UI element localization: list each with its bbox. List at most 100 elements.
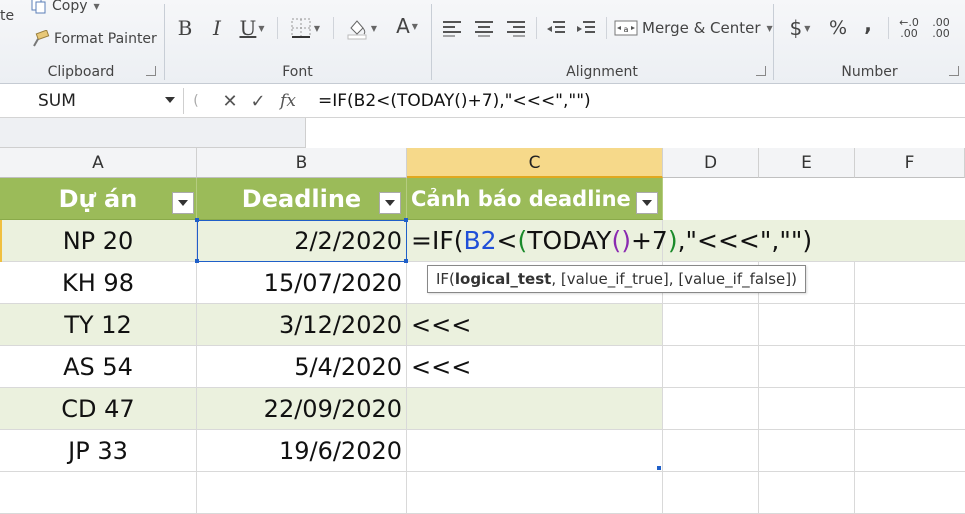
cell-warning[interactable] — [407, 430, 663, 472]
decrease-decimal-button[interactable]: .00 .00 — [926, 14, 956, 42]
alignment-launcher-icon[interactable] — [756, 66, 766, 76]
formula-reference: B2 — [463, 226, 497, 255]
alignment-group: a Merge & Center ▼ Alignment — [432, 0, 773, 84]
filter-dropdown-deadline[interactable] — [379, 192, 401, 214]
separator — [606, 17, 607, 39]
column-header-c[interactable]: C — [407, 148, 663, 178]
cell-empty[interactable] — [759, 472, 855, 514]
increase-decimal-button[interactable]: ←.0 .00 — [894, 14, 924, 42]
font-group: B I U ▼ ▼ ▼ A ▼ Font — [165, 0, 430, 84]
cancel-button[interactable]: ✕ — [218, 88, 242, 114]
formula-input[interactable]: =IF(B2<(TODAY()+7),"<<<","") — [318, 88, 591, 114]
cell-empty[interactable] — [855, 430, 965, 472]
decrease-indent-icon — [547, 21, 565, 33]
borders-button[interactable]: ▼ — [285, 14, 325, 42]
clipboard-launcher-icon[interactable] — [146, 66, 156, 76]
cell-empty[interactable] — [759, 304, 855, 346]
cell-warning[interactable] — [407, 388, 663, 430]
cell-empty[interactable] — [663, 346, 759, 388]
cell-deadline[interactable]: 22/09/2020 — [197, 388, 407, 430]
filter-dropdown-warning[interactable] — [636, 192, 658, 214]
cell-empty[interactable] — [855, 388, 965, 430]
cell-empty[interactable] — [855, 304, 965, 346]
cell-project[interactable]: JP 33 — [0, 430, 197, 472]
fill-color-button[interactable]: ▼ — [341, 14, 381, 42]
cell-empty[interactable] — [663, 472, 759, 514]
cell-project[interactable]: AS 54 — [0, 346, 197, 388]
cell-empty[interactable] — [855, 262, 965, 304]
font-color-button[interactable]: A ▼ — [387, 12, 427, 40]
comma-style-button[interactable]: , — [856, 10, 880, 38]
worksheet-grid: A B C D E F Dự án Deadline Cảnh báo dead… — [0, 148, 965, 514]
bold-button[interactable]: B — [173, 14, 197, 42]
cell-project[interactable]: TY 12 — [0, 304, 197, 346]
align-right-icon — [507, 21, 525, 37]
separator — [333, 17, 334, 39]
cell-empty[interactable] — [855, 346, 965, 388]
number-group-label: Number — [841, 64, 898, 80]
formula-bar-expanded — [0, 118, 965, 148]
column-header-e[interactable]: E — [759, 148, 855, 178]
active-row-indicator — [0, 220, 2, 262]
percent-button[interactable]: % — [824, 14, 852, 42]
cell-deadline[interactable]: 19/6/2020 — [197, 430, 407, 472]
cell-empty[interactable] — [407, 472, 663, 514]
currency-dropdown-icon: ▼ — [804, 23, 811, 33]
borders-icon — [291, 18, 311, 38]
header-cell-deadline[interactable]: Deadline — [197, 178, 407, 220]
align-center-button[interactable] — [470, 14, 498, 42]
column-header-f[interactable]: F — [855, 148, 965, 178]
comma-label: , — [864, 12, 872, 36]
decrease-indent-button[interactable] — [542, 14, 570, 42]
header-cell-warning[interactable]: Cảnh báo deadline — [407, 178, 663, 220]
cell-empty[interactable] — [759, 346, 855, 388]
cell-project[interactable]: NP 20 — [0, 220, 197, 262]
font-group-label: Font — [282, 64, 313, 80]
cell-deadline[interactable]: 3/12/2020 — [197, 304, 407, 346]
format-painter-button[interactable]: Format Painter — [30, 30, 157, 48]
enter-button[interactable]: ✓ — [246, 88, 270, 114]
underline-button[interactable]: U ▼ — [235, 14, 269, 42]
cell-empty[interactable] — [759, 430, 855, 472]
italic-button[interactable]: I — [205, 14, 229, 42]
merge-center-button[interactable]: a Merge & Center ▼ — [614, 19, 773, 37]
paste-button[interactable]: te — [0, 8, 14, 24]
ribbon: te Copy ▼ Format Painter Clipboard B I U… — [0, 0, 965, 84]
cell-warning[interactable]: <<< — [407, 346, 663, 388]
cell-empty[interactable] — [663, 430, 759, 472]
column-header-b[interactable]: B — [197, 148, 407, 178]
name-box-dropdown-icon[interactable] — [165, 97, 175, 103]
cell-warning[interactable]: <<< — [407, 304, 663, 346]
cell-project[interactable]: CD 47 — [0, 388, 197, 430]
increase-indent-button[interactable] — [572, 14, 600, 42]
align-right-button[interactable] — [502, 14, 530, 42]
filter-dropdown-project[interactable] — [172, 192, 194, 214]
fill-color-icon — [347, 20, 367, 40]
cell-empty[interactable] — [663, 304, 759, 346]
cell-project[interactable]: KH 98 — [0, 262, 197, 304]
cell-empty[interactable] — [0, 472, 197, 514]
name-box[interactable]: SUM — [0, 88, 184, 114]
reference-handle — [404, 259, 408, 263]
currency-button[interactable]: $ ▼ — [782, 14, 818, 42]
tooltip-active-argument[interactable]: logical_test — [455, 270, 551, 288]
in-cell-formula-editor[interactable]: =IF(B2<(TODAY()+7),"<<<","") — [411, 226, 812, 255]
copy-icon — [31, 0, 46, 14]
column-header-a[interactable]: A — [0, 148, 197, 178]
cell-deadline[interactable]: 5/4/2020 — [197, 346, 407, 388]
copy-button[interactable]: Copy ▼ — [30, 0, 100, 14]
grip-icon: ( — [193, 93, 199, 109]
align-left-button[interactable] — [438, 14, 466, 42]
number-launcher-icon[interactable] — [949, 66, 959, 76]
header-cell-project[interactable]: Dự án — [0, 178, 197, 220]
cell-empty[interactable] — [759, 388, 855, 430]
table-resize-handle[interactable] — [657, 466, 661, 470]
insert-function-button[interactable]: fx — [276, 88, 300, 114]
cell-deadline[interactable]: 15/07/2020 — [197, 262, 407, 304]
borders-dropdown-icon: ▼ — [313, 23, 321, 33]
cell-empty[interactable] — [197, 472, 407, 514]
column-header-d[interactable]: D — [663, 148, 759, 178]
cell-empty[interactable] — [663, 388, 759, 430]
reference-handle — [195, 259, 199, 263]
cell-empty[interactable] — [855, 472, 965, 514]
